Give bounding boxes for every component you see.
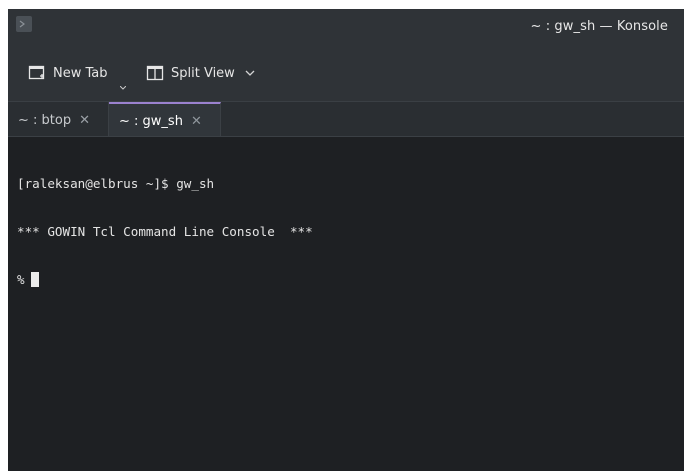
toolbar: New Tab Split View — [8, 47, 684, 101]
new-tab-label: New Tab — [53, 65, 108, 81]
terminal-line: [raleksan@elbrus ~]$ gw_sh — [17, 176, 215, 191]
konsole-window: ~ : gw_sh — Konsole New Tab Split View ~… — [8, 9, 684, 471]
split-view-button[interactable]: Split View — [146, 62, 262, 84]
tab-gw-sh[interactable]: ~ : gw_sh ✕ — [109, 102, 221, 138]
split-view-icon — [146, 65, 164, 81]
terminal-cursor — [30, 272, 39, 287]
dropdown-indicator-icon — [120, 86, 126, 90]
chevron-down-icon[interactable] — [245, 70, 255, 77]
tcl-prompt: % — [17, 272, 25, 287]
terminal-view[interactable]: [raleksan@elbrus ~]$ gw_sh *** GOWIN Tcl… — [8, 137, 684, 471]
tab-label: ~ : gw_sh — [119, 113, 183, 129]
tab-btop[interactable]: ~ : btop ✕ — [8, 102, 109, 138]
window-title: ~ : gw_sh — Konsole — [530, 19, 668, 34]
tab-bar: ~ : btop ✕ ~ : gw_sh ✕ — [8, 101, 684, 138]
new-tab-button[interactable]: New Tab — [28, 62, 108, 84]
terminal-prompt-line: % — [17, 272, 684, 288]
terminal-line: *** GOWIN Tcl Command Line Console *** — [17, 224, 313, 239]
konsole-app-icon[interactable] — [16, 16, 32, 32]
title-bar[interactable]: ~ : gw_sh — Konsole — [8, 9, 684, 47]
tab-label: ~ : btop — [18, 112, 72, 128]
new-tab-icon — [28, 65, 45, 80]
close-icon[interactable]: ✕ — [79, 113, 90, 128]
split-view-label: Split View — [171, 65, 235, 81]
close-icon[interactable]: ✕ — [191, 114, 202, 129]
